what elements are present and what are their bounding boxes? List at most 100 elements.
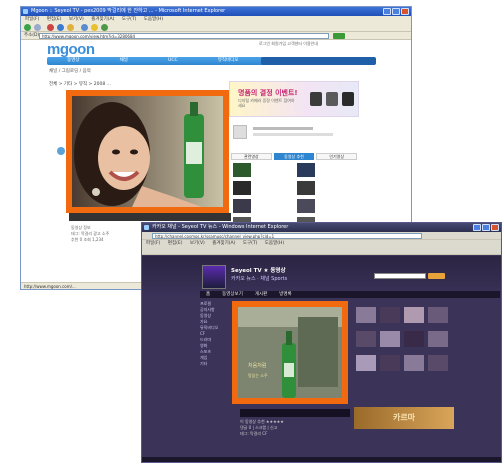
sub-nav[interactable]: 채널 / 그림로딩 / 음악 [49, 68, 91, 74]
promo-banner[interactable]: 카르마 [354, 407, 454, 429]
search-button[interactable] [428, 273, 445, 279]
side-icon[interactable] [57, 147, 65, 155]
back-icon[interactable] [24, 24, 31, 31]
video-thumbnail[interactable] [356, 331, 376, 347]
address-label: 주소(D) [24, 33, 40, 38]
address-input[interactable]: http://channel.cosmos.kr/ssamusc/channel… [152, 233, 422, 239]
video-thumbnail[interactable] [380, 331, 400, 347]
stop-icon[interactable] [47, 24, 54, 31]
nav-item[interactable]: UCC [168, 57, 178, 65]
search-input[interactable] [374, 273, 426, 279]
maximize-button[interactable] [392, 8, 400, 15]
camera-image [326, 92, 338, 106]
nav-item[interactable]: 동영상 [67, 57, 79, 65]
svg-text:처음처럼: 처음처럼 [248, 362, 266, 369]
address-input[interactable]: http://www.mgoon.com/view.htm?id=3280684 [39, 33, 329, 39]
minimize-button[interactable] [383, 8, 391, 15]
close-button[interactable] [491, 224, 499, 231]
video-player-highlight[interactable] [66, 90, 229, 213]
nav-item[interactable]: 홈 [206, 291, 210, 298]
status-text: http://www.mgoon.com/... [24, 284, 76, 289]
menu-tools[interactable]: 도구(T) [243, 241, 258, 246]
tab-related[interactable]: 관련영상 [231, 153, 272, 160]
video-info: 동영상 정보 태그: 막걸리 광고 소주 추천 0 조회 1,234 [71, 225, 151, 265]
video-thumbnail[interactable] [356, 307, 376, 323]
search-icon[interactable] [81, 24, 88, 31]
video-thumbnail[interactable] [297, 199, 315, 213]
video-thumbnail[interactable] [297, 163, 315, 177]
camera-image [310, 92, 322, 106]
nav-item[interactable]: 채널 [120, 57, 128, 65]
menu-edit[interactable]: 편집(E) [47, 17, 62, 22]
video-thumbnail[interactable] [404, 355, 424, 371]
menu-help[interactable]: 도움말(H) [144, 17, 163, 22]
info-line: 추천 0 조회 1,234 [71, 237, 104, 242]
menu-tools[interactable]: 도구(T) [122, 17, 137, 22]
ad-banner[interactable]: 명품의 결정 이벤트! 디지털 카메라 증정 이벤트 참여하세요 [229, 81, 359, 117]
nav-item[interactable]: 뮤직비디오 [218, 57, 239, 65]
home-icon[interactable] [67, 24, 74, 31]
channel-title: Seyeol TV ★ 동영상 [231, 268, 286, 274]
menu-view[interactable]: 보기(V) [190, 241, 205, 246]
tab-recommended[interactable]: 동영상 추천 [273, 153, 315, 160]
breadcrumb: 전체 > 기타 > 뮤직 > 2008 ... [49, 82, 111, 87]
video-thumbnail[interactable] [428, 307, 448, 323]
address-bar: 주소(D) http://www.mgoon.com/view.htm?id=3… [21, 32, 411, 40]
video-thumbnail[interactable] [428, 355, 448, 371]
menu-help[interactable]: 도움말(H) [265, 241, 284, 246]
menu-favorites[interactable]: 즐겨찾기(A) [212, 241, 235, 246]
minimize-button[interactable] [473, 224, 481, 231]
svg-text:맛있는 소주: 맛있는 소주 [248, 372, 268, 378]
video-thumbnail[interactable] [404, 307, 424, 323]
go-button[interactable] [333, 33, 345, 39]
refresh-icon[interactable] [57, 24, 64, 31]
menu-bar: 파일(F) 편집(E) 보기(V) 즐겨찾기(A) 도구(T) 도움말(H) [142, 240, 501, 247]
video-thumbnail[interactable] [233, 163, 251, 177]
menu-file[interactable]: 파일(F) [146, 241, 160, 246]
top-links[interactable]: 로그인 회원가입 고객센터 이용안내 [259, 41, 318, 47]
related-video-list [233, 163, 363, 227]
login-bar[interactable] [261, 57, 376, 65]
video-info: 이 동영상 추천 ★★★★★ 댓글 0 | 스크랩 | 신고 태그: 막걸리 C… [240, 419, 350, 449]
player-controls[interactable] [240, 409, 350, 417]
menu-view[interactable]: 보기(V) [69, 17, 84, 22]
video-frame-bottle: 처음처럼 맛있는 소주 [238, 307, 342, 398]
player-controls[interactable] [69, 213, 231, 221]
video-thumbnail[interactable] [404, 331, 424, 347]
channel-logo[interactable] [202, 265, 226, 289]
close-button[interactable] [401, 8, 409, 15]
video-frame-woman [72, 96, 223, 207]
address-bar: http://channel.cosmos.kr/ssamusc/channel… [142, 232, 501, 240]
video-thumbnail[interactable] [428, 331, 448, 347]
video-thumbnail[interactable] [380, 307, 400, 323]
window-title: Mgoon :: Seyeol TV - pes2009 막걸리에 한 잔하고 … [31, 8, 226, 14]
nav-item[interactable]: 동영상보기 [222, 291, 243, 298]
menu-edit[interactable]: 편집(E) [168, 241, 183, 246]
ie-icon [23, 9, 28, 14]
tab-popular[interactable]: 인기영상 [316, 153, 358, 160]
window-title: 카카오 채널 - Seyeol TV 뉴스 - Windows Internet… [152, 224, 289, 230]
channel-subtitle: 카카오 뉴스 · 채널 Sports [231, 276, 288, 282]
site-header [142, 256, 501, 296]
video-player-highlight[interactable]: 처음처럼 맛있는 소주 [232, 301, 348, 404]
favorites-icon[interactable] [91, 24, 98, 31]
camera-image [342, 92, 354, 106]
maximize-button[interactable] [482, 224, 490, 231]
video-thumbnail[interactable] [233, 181, 251, 195]
video-thumbnail[interactable] [297, 181, 315, 195]
uploader-profile [233, 125, 357, 147]
mgoon-logo[interactable]: mgoon [47, 41, 95, 58]
video-thumbnail[interactable] [356, 355, 376, 371]
video-thumbnail[interactable] [233, 199, 251, 213]
nav-item[interactable]: 게시판 [255, 291, 267, 298]
video-thumbnail[interactable] [380, 355, 400, 371]
menu-file[interactable]: 파일(F) [25, 17, 39, 22]
avatar[interactable] [233, 125, 247, 139]
info-line: 태그: 막걸리 CF [240, 431, 268, 436]
menu-bar: 파일(F) 편집(E) 보기(V) 즐겨찾기(A) 도구(T) 도움말(H) [21, 16, 411, 23]
ie-icon [144, 225, 149, 230]
nav-item[interactable]: 방명록 [279, 291, 291, 298]
menu-favorites[interactable]: 즐겨찾기(A) [91, 17, 114, 22]
forward-icon[interactable] [34, 24, 41, 31]
history-icon[interactable] [101, 24, 108, 31]
